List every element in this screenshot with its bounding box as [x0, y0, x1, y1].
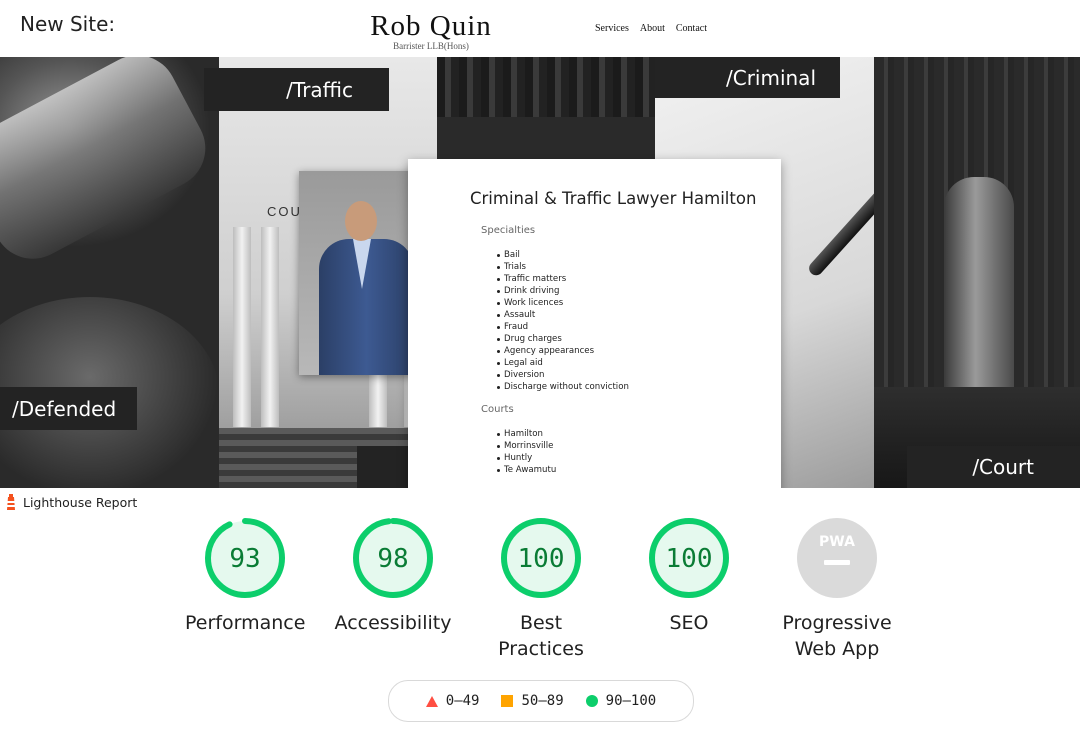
list-item: Assault	[497, 309, 629, 321]
card-title: Criminal & Traffic Lawyer Hamilton	[470, 189, 757, 208]
accessibility-gauge-ring: 98	[353, 518, 433, 598]
criminal-tag-link[interactable]: /Criminal	[655, 57, 840, 98]
best-practices-label: Best Practices	[498, 612, 584, 660]
nav-services-link[interactable]: Services	[595, 23, 629, 34]
gavel-head-shape	[0, 57, 219, 273]
brand-subtitle: Barrister LLB(Hons)	[393, 41, 469, 51]
list-item: Traffic matters	[497, 273, 629, 285]
services-card: Criminal & Traffic Lawyer Hamilton Speci…	[408, 159, 781, 488]
pwa-badge-icon: PWA	[797, 518, 877, 598]
pwa-label-line-2: Web App	[794, 638, 880, 660]
legend-fail-range: 0–49	[445, 693, 480, 709]
list-item: Discharge without conviction	[497, 382, 629, 392]
traffic-tag-link[interactable]: /Traffic	[204, 68, 389, 111]
courthouse-sign-text: COU	[267, 204, 302, 219]
seo-gauge-ring: 100	[649, 518, 729, 598]
accessibility-label: Accessibility	[334, 612, 452, 634]
list-item: Bail	[497, 249, 629, 261]
list-item: Trials	[497, 261, 629, 273]
list-item: Drink driving	[497, 285, 629, 297]
performance-gauge-ring: 93	[205, 518, 285, 598]
pwa-label-line-1: Progressive	[782, 612, 892, 634]
red-triangle-icon	[425, 695, 438, 707]
hero-collage: COU /Traffic /Criminal /Defended /Bail /…	[0, 57, 1080, 488]
nav-about-link[interactable]: About	[640, 23, 665, 34]
seo-label: SEO	[669, 612, 709, 634]
legend-fail: 0–49	[425, 693, 480, 709]
brand-name: Rob Quin	[370, 10, 492, 42]
performance-label: Performance	[185, 612, 306, 634]
lighthouse-header: Lighthouse Report	[5, 494, 137, 510]
performance-score: 93	[229, 544, 260, 574]
list-item: Agency appearances	[497, 345, 629, 357]
list-item: Work licences	[497, 297, 629, 309]
main-nav: Services About Contact	[595, 23, 707, 34]
orange-square-icon	[501, 695, 514, 707]
lady-justice-image	[874, 57, 1080, 488]
courts-heading: Courts	[481, 404, 514, 415]
list-item: Drug charges	[497, 333, 629, 345]
specialties-list: Bail Trials Traffic matters Drink drivin…	[497, 249, 629, 393]
legend-average: 50–89	[501, 693, 564, 709]
best-practices-gauge-ring: 100	[501, 518, 581, 598]
lighthouse-icon	[5, 494, 17, 510]
pwa-badge-text: PWA	[819, 534, 855, 550]
list-item: Diversion	[497, 369, 629, 381]
score-legend: 0–49 50–89 90–100	[388, 680, 694, 722]
accessibility-score: 98	[377, 544, 408, 574]
list-item: Morrinsville	[496, 440, 556, 452]
nav-contact-link[interactable]: Contact	[676, 23, 707, 34]
portrait-head-shape	[345, 201, 377, 241]
gauge-best-practices[interactable]: 100 Best Practices	[481, 518, 601, 662]
column	[233, 227, 251, 427]
list-item: Te Awamutu	[496, 465, 557, 475]
courts-list: Hamilton Morrinsville Huntly Te Awamutu	[496, 428, 557, 476]
lighthouse-report: Lighthouse Report 93 Performance 98 Acce…	[0, 490, 1080, 732]
gauge-accessibility[interactable]: 98 Accessibility	[333, 518, 453, 636]
legend-pass-range: 90–100	[605, 693, 657, 709]
list-item: Huntly	[496, 452, 556, 464]
brand-logo[interactable]: Rob Quin Barrister LLB(Hons)	[366, 10, 496, 51]
gauge-performance[interactable]: 93 Performance	[185, 518, 305, 636]
seo-score: 100	[666, 544, 713, 574]
pen-shape	[806, 149, 874, 279]
site-header: New Site: Rob Quin Barrister LLB(Hons) S…	[0, 0, 1080, 57]
gauge-seo[interactable]: 100 SEO	[629, 518, 749, 636]
list-item: Hamilton	[496, 428, 556, 440]
new-site-label: New Site:	[20, 12, 116, 36]
best-practices-score: 100	[518, 544, 565, 574]
green-circle-icon	[585, 695, 598, 707]
column	[261, 227, 279, 427]
bookshelf-image-top	[437, 57, 655, 117]
court-tag-link[interactable]: /Court	[907, 446, 1080, 488]
legend-pass: 90–100	[585, 693, 657, 709]
lighthouse-title: Lighthouse Report	[23, 494, 138, 510]
legend-average-range: 50–89	[521, 693, 564, 709]
gauge-pwa[interactable]: PWA Progressive Web App	[777, 518, 897, 662]
pwa-label: Progressive Web App	[777, 610, 897, 662]
defended-tag-link[interactable]: /Defended	[0, 387, 137, 430]
list-item: Fraud	[497, 321, 629, 333]
specialties-heading: Specialties	[481, 225, 536, 236]
list-item: Legal aid	[497, 357, 629, 369]
